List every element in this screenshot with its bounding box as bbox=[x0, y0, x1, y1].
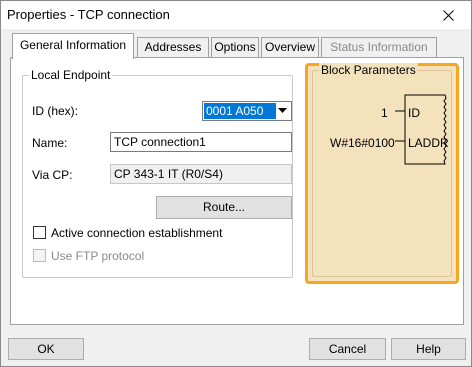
via-cp-field: CP 343-1 IT (R0/S4) bbox=[110, 164, 292, 184]
tab-label: Status Information bbox=[330, 40, 428, 54]
tab-addresses[interactable]: Addresses bbox=[137, 37, 209, 57]
active-connection-label[interactable]: Active connection establishment bbox=[51, 226, 222, 240]
local-endpoint-legend: Local Endpoint bbox=[29, 68, 113, 82]
block-parameters-legend: Block Parameters bbox=[319, 63, 418, 77]
close-icon bbox=[442, 9, 454, 21]
laddr-pin-label: LADDR bbox=[408, 136, 449, 150]
route-button-label: Route... bbox=[202, 200, 246, 214]
close-button[interactable] bbox=[425, 1, 471, 29]
ok-button[interactable]: OK bbox=[8, 338, 84, 360]
name-label: Name: bbox=[32, 136, 68, 150]
tab-label: Overview bbox=[264, 40, 315, 54]
tab-label: General Information bbox=[19, 38, 127, 52]
cancel-button[interactable]: Cancel bbox=[309, 338, 386, 360]
tab-overview[interactable]: Overview bbox=[261, 37, 319, 57]
via-cp-label: Via CP: bbox=[32, 168, 73, 182]
help-button-label: Help bbox=[416, 342, 441, 356]
help-button[interactable]: Help bbox=[391, 338, 466, 360]
via-cp-value: CP 343-1 IT (R0/S4) bbox=[114, 167, 223, 181]
window-title: Properties - TCP connection bbox=[7, 7, 170, 22]
tab-label: Addresses bbox=[144, 40, 202, 54]
cancel-button-label: Cancel bbox=[328, 342, 367, 356]
title-bar: Properties - TCP connection bbox=[1, 1, 471, 29]
ftp-protocol-checkbox bbox=[33, 249, 46, 262]
route-button[interactable]: Route... bbox=[156, 196, 292, 219]
tab-label: Options bbox=[214, 40, 256, 54]
chevron-down-icon[interactable] bbox=[274, 102, 291, 120]
properties-dialog: Properties - TCP connection General Info… bbox=[0, 0, 472, 367]
tab-options[interactable]: Options bbox=[211, 37, 259, 57]
tab-status-information: Status Information bbox=[321, 37, 437, 57]
ok-button-label: OK bbox=[37, 342, 55, 356]
name-value: TCP connection1 bbox=[114, 135, 206, 149]
laddr-parameter-value: W#16#0100 bbox=[330, 136, 395, 150]
id-parameter-value: 1 bbox=[381, 106, 388, 120]
id-pin-label: ID bbox=[408, 106, 420, 120]
tab-general-information[interactable]: General Information bbox=[12, 33, 134, 59]
ftp-protocol-label: Use FTP protocol bbox=[51, 249, 145, 263]
general-information-panel: Local Endpoint ID (hex): 0001 A050 Name:… bbox=[10, 57, 464, 325]
id-hex-label: ID (hex): bbox=[32, 104, 79, 118]
id-hex-select[interactable]: 0001 A050 bbox=[202, 101, 292, 121]
name-field[interactable]: TCP connection1 bbox=[110, 132, 292, 152]
active-connection-checkbox[interactable] bbox=[33, 226, 46, 239]
block-parameters-highlight: Block Parameters 1 ID W#16#0100 LADDR bbox=[305, 63, 459, 284]
block-parameters-group: Block Parameters 1 ID W#16#0100 LADDR bbox=[312, 63, 452, 277]
id-hex-value: 0001 A050 bbox=[204, 103, 276, 119]
